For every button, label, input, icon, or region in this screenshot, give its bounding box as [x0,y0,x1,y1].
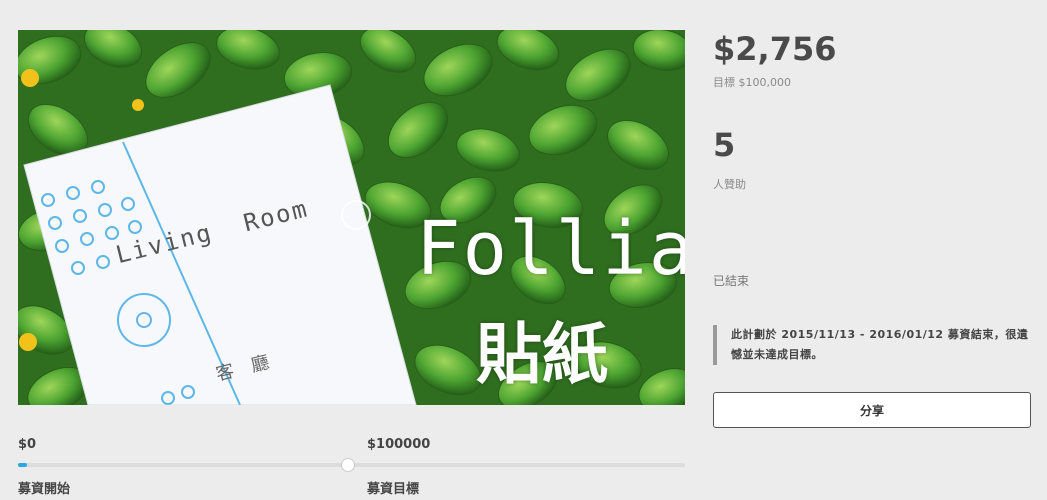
campaign-status: 已結束 [713,274,750,288]
progress-goal-value: $100000 [367,437,431,452]
progress-fill [18,463,27,467]
goal-marker [341,458,355,472]
image-subtitle: 貼紙 [476,316,608,393]
funding-progress: $0 $100000 募資開始 募資目標 [18,432,685,498]
image-title: Follia [416,206,685,292]
progress-start-value: $0 [18,437,37,452]
progress-track [18,458,685,472]
backer-count: 5 [713,126,736,164]
backer-label: 人贊助 [713,178,746,191]
progress-start-label: 募資開始 [18,482,71,497]
raised-amount: $2,756 [713,30,837,68]
goal-amount: 目標 $100,000 [713,76,791,89]
end-notice: 此計劃於 2015/11/13 - 2016/01/12 募資結束，很遺憾並未達… [713,325,1031,365]
campaign-image: Living Room 客廳 Follia 貼紙 [18,30,685,405]
share-button[interactable]: 分享 [713,392,1031,428]
progress-goal-label: 募資目標 [367,482,420,497]
